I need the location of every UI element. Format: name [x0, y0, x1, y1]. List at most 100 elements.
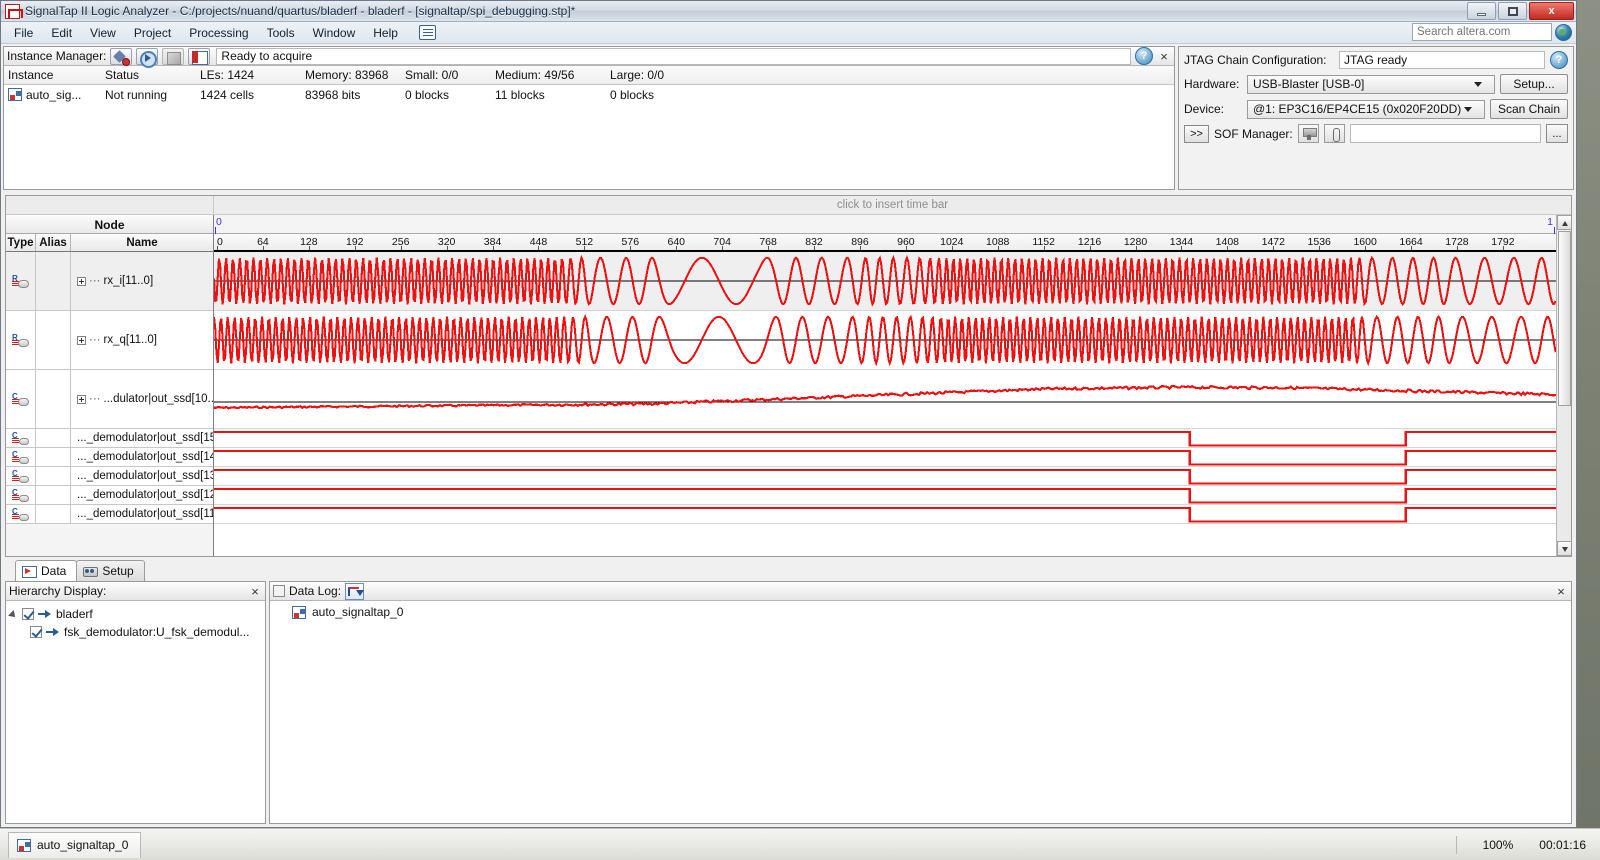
hardware-select[interactable]: USB-Blaster [USB-0]	[1247, 74, 1495, 94]
close-button[interactable]: x	[1529, 2, 1574, 20]
tree-node-fsk-demodulator[interactable]: fsk_demodulator:U_fsk_demodul...	[9, 623, 262, 641]
node-row-out-ssd-14[interactable]: C ..._demodulator|out_ssd[14]	[6, 448, 213, 467]
sof-path-field[interactable]	[1349, 124, 1541, 143]
waveform-lane[interactable]	[214, 370, 1556, 429]
device-label: Device:	[1184, 102, 1225, 116]
scroll-track[interactable]	[1556, 406, 1571, 541]
node-row-out-ssd-11[interactable]: C ..._demodulator|out_ssd[11]	[6, 505, 213, 524]
data-log-title: Data Log:	[289, 584, 342, 598]
name-cell[interactable]: ··· rx_q[11..0]	[71, 311, 213, 369]
sof-browse-button[interactable]: ...	[1546, 124, 1568, 143]
scroll-thumb[interactable]	[1557, 231, 1571, 406]
tab-data[interactable]: Data	[15, 560, 78, 581]
column-status: Status	[105, 68, 140, 82]
time-bar-row[interactable]: 0 1	[214, 215, 1556, 234]
close-icon[interactable]: ×	[1554, 584, 1568, 599]
table-row[interactable]: auto_sig... Not running 1424 cells 83968…	[4, 85, 1174, 104]
menu-project[interactable]: Project	[125, 24, 180, 42]
waveform-lanes[interactable]	[214, 252, 1556, 556]
jtag-help-icon[interactable]: ?	[1550, 51, 1568, 69]
stop-analysis-button[interactable]	[162, 47, 185, 65]
node-row-out-ssd-15[interactable]: C ..._demodulator|out_ssd[15]	[6, 429, 213, 448]
search-area	[1412, 23, 1572, 41]
minimize-button[interactable]	[1467, 2, 1496, 20]
waveform-lane[interactable]	[214, 311, 1556, 370]
ruler-tick-mark	[538, 246, 540, 250]
tree-node-bladerf[interactable]: bladerf	[9, 605, 262, 623]
expand-icon[interactable]	[77, 276, 86, 286]
node-list-column: Node Type Alias Name R ··· rx_i[11..0] R…	[6, 215, 214, 556]
divider	[1455, 835, 1457, 854]
signaltap-application-window: SignalTap II Logic Analyzer - C:/project…	[0, 0, 1577, 828]
list-item[interactable]: auto_signaltap_0	[276, 605, 1565, 619]
name-cell[interactable]: ..._demodulator|out_ssd[13]	[71, 467, 213, 485]
scroll-down-icon[interactable]	[1556, 541, 1571, 556]
combinational-signal-icon: C	[12, 488, 29, 502]
expand-sof-button[interactable]: >>	[1184, 124, 1209, 143]
time-bar-insert-strip[interactable]: click to insert time bar	[6, 196, 1571, 215]
menu-processing[interactable]: Processing	[180, 24, 257, 42]
close-icon[interactable]: ×	[248, 584, 262, 599]
note-icon[interactable]	[418, 25, 436, 40]
node-row-out-ssd-12[interactable]: C ..._demodulator|out_ssd[12]	[6, 486, 213, 505]
help-icon[interactable]: ?	[1135, 47, 1153, 65]
chevron-down-icon[interactable]	[9, 610, 18, 619]
type-cell: R	[6, 311, 36, 369]
expand-icon[interactable]	[77, 335, 86, 345]
name-cell[interactable]: ..._demodulator|out_ssd[14]	[71, 448, 213, 466]
waveform-lane[interactable]	[214, 448, 1556, 467]
node-row-rx-i[interactable]: R ··· rx_i[11..0]	[6, 252, 213, 311]
search-input[interactable]	[1412, 23, 1552, 41]
menu-edit[interactable]: Edit	[42, 24, 81, 42]
name-cell[interactable]: ..._demodulator|out_ssd[15]	[71, 429, 213, 447]
setup-button[interactable]: Setup...	[1500, 74, 1568, 94]
node-row-out-ssd-13[interactable]: C ..._demodulator|out_ssd[13]	[6, 467, 213, 486]
jtag-header-label: JTAG Chain Configuration:	[1184, 53, 1327, 67]
tab-setup[interactable]: Setup	[76, 560, 145, 581]
zoom-level: 100%	[1482, 837, 1514, 852]
alias-cell	[36, 448, 71, 466]
node-row-rx-q[interactable]: R ··· rx_q[11..0]	[6, 311, 213, 370]
menu-tools[interactable]: Tools	[258, 24, 304, 42]
combinational-signal-icon: C	[12, 431, 29, 445]
time-ruler[interactable]: 0 64 128 192 256 320 384 448 512 576 640 704 768 832 8…	[214, 234, 1556, 252]
restore-icon	[1507, 6, 1518, 16]
checkbox[interactable]	[22, 608, 34, 620]
waveform-lane[interactable]	[214, 505, 1556, 524]
alias-cell	[36, 370, 71, 428]
data-log-icon[interactable]	[345, 582, 365, 600]
waveform-lane[interactable]	[214, 429, 1556, 448]
scroll-up-icon[interactable]	[1556, 215, 1571, 230]
ruler-tick-mark	[859, 246, 861, 250]
window-title: SignalTap II Logic Analyzer - C:/project…	[25, 4, 576, 18]
menu-window[interactable]: Window	[304, 24, 365, 42]
name-cell[interactable]: ··· rx_i[11..0]	[71, 252, 213, 310]
menu-file[interactable]: File	[5, 24, 42, 42]
menu-help[interactable]: Help	[364, 24, 407, 42]
menu-view[interactable]: View	[81, 24, 125, 42]
taskbar-item-auto-signaltap[interactable]: auto_signaltap_0	[8, 831, 142, 858]
waveform-lane[interactable]	[214, 252, 1556, 311]
sof-select-icon[interactable]	[1297, 124, 1319, 143]
run-analysis-button[interactable]	[110, 47, 133, 66]
device-select[interactable]: @1: EP3C16/EP4CE15 (0x020F20DD)	[1247, 99, 1485, 119]
waveform-vertical-scrollbar[interactable]	[1556, 215, 1571, 556]
hardware-row: Hardware: USB-Blaster [USB-0] Setup...	[1184, 74, 1568, 94]
attach-icon[interactable]	[1323, 124, 1345, 143]
name-cell[interactable]: ..._demodulator|out_ssd[12]	[71, 486, 213, 504]
waveform-lane[interactable]	[214, 467, 1556, 486]
name-cell[interactable]: ..._demodulator|out_ssd[11]	[71, 505, 213, 523]
scan-chain-button[interactable]: Scan Chain	[1489, 99, 1568, 119]
close-icon[interactable]: ×	[1157, 49, 1171, 64]
node-row-out-ssd-bus[interactable]: C ··· ...dulator|out_ssd[10..1]	[6, 370, 213, 429]
expand-icon[interactable]	[77, 394, 86, 404]
checkbox[interactable]	[30, 626, 42, 638]
autorun-analysis-button[interactable]	[136, 47, 159, 68]
checkbox[interactable]	[273, 585, 285, 597]
restore-button[interactable]	[1498, 2, 1527, 20]
device-value: @1: EP3C16/EP4CE15 (0x020F20DD)	[1253, 102, 1462, 116]
name-cell[interactable]: ··· ...dulator|out_ssd[10..1]	[71, 370, 213, 428]
waveform-lane[interactable]	[214, 486, 1556, 505]
globe-icon[interactable]	[1555, 23, 1572, 41]
read-data-button[interactable]	[188, 47, 211, 65]
